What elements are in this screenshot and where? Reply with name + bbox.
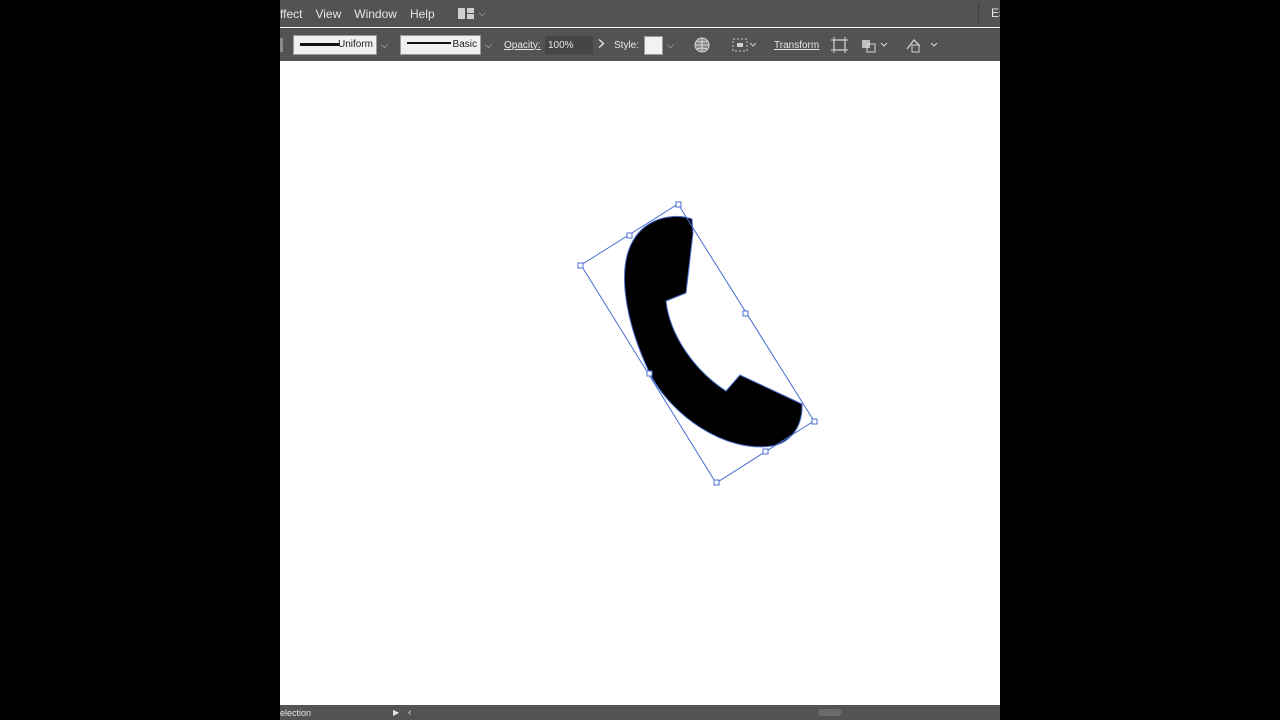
brush-label: Basic (452, 39, 477, 50)
stroke-profile-preview: Uniform (293, 35, 377, 55)
style-dropdown[interactable]: ⌵ (644, 29, 674, 61)
back-icon[interactable]: ‹ (408, 707, 411, 718)
menu-help[interactable]: Help (410, 7, 435, 21)
telephone-handset-icon[interactable] (624, 216, 803, 448)
distribute-icon[interactable] (861, 29, 889, 61)
workspace-switcher-icon (457, 8, 474, 19)
style-label: Style: (614, 39, 640, 51)
chevron-down-icon: ⌵ (667, 39, 674, 50)
transform-link[interactable]: Transform (774, 29, 819, 61)
illustrator-window: ffect View Window Help ⌵ Es Uniform ⌵ (280, 0, 1000, 720)
brush-definition-dropdown[interactable]: Basic ⌵ (400, 29, 492, 61)
current-tool-label[interactable]: election (280, 708, 311, 718)
handle-top[interactable] (675, 201, 682, 208)
panel-grip (280, 29, 283, 61)
handle-top-left[interactable] (626, 232, 633, 239)
artwork-layer (577, 201, 818, 486)
opacity-input[interactable]: 100% (545, 36, 593, 54)
opacity-label[interactable]: Opacity: (504, 29, 541, 61)
chevron-down-icon: ⌵ (381, 39, 388, 50)
workspace-label[interactable]: Es (991, 6, 1000, 20)
artboard-canvas[interactable] (280, 61, 1000, 705)
menu-view[interactable]: View (315, 7, 341, 21)
control-bar: Uniform ⌵ Basic ⌵ Opacity: 100% Style: ⌵ (280, 28, 1000, 62)
chevron-right-icon[interactable] (598, 38, 605, 51)
handle-right[interactable] (811, 418, 818, 425)
menu-bar: ffect View Window Help ⌵ Es (280, 0, 1000, 27)
menu-window[interactable]: Window (354, 7, 397, 21)
chevron-down-icon: ⌵ (478, 8, 486, 18)
status-bar: election ▶ ‹ (280, 705, 1000, 720)
handle-left[interactable] (577, 262, 584, 269)
chevron-down-icon: ⌵ (485, 39, 492, 50)
handle-right-mid[interactable] (742, 310, 749, 317)
menu-effect[interactable]: ffect (280, 7, 302, 21)
align-icon[interactable] (732, 29, 756, 61)
menu-divider (978, 3, 979, 23)
transform-label: Transform (774, 39, 820, 51)
puppet-warp-icon[interactable] (906, 29, 938, 61)
horizontal-scrollbar[interactable] (818, 709, 842, 716)
stroke-profile-label: Uniform (337, 39, 373, 50)
brush-preview: Basic (400, 35, 481, 55)
handle-bottom-right[interactable] (762, 448, 769, 455)
stroke-profile-dropdown[interactable]: Uniform ⌵ (293, 29, 388, 61)
style-swatch (644, 35, 663, 55)
opacity-field-wrap: 100% (545, 29, 605, 61)
handle-left-mid[interactable] (646, 370, 653, 377)
workspace-switcher[interactable]: ⌵ (457, 8, 486, 19)
handle-bottom[interactable] (713, 479, 720, 486)
isolate-icon[interactable] (831, 29, 848, 61)
recolor-globe-icon[interactable] (694, 29, 710, 61)
play-icon[interactable]: ▶ (393, 708, 399, 717)
